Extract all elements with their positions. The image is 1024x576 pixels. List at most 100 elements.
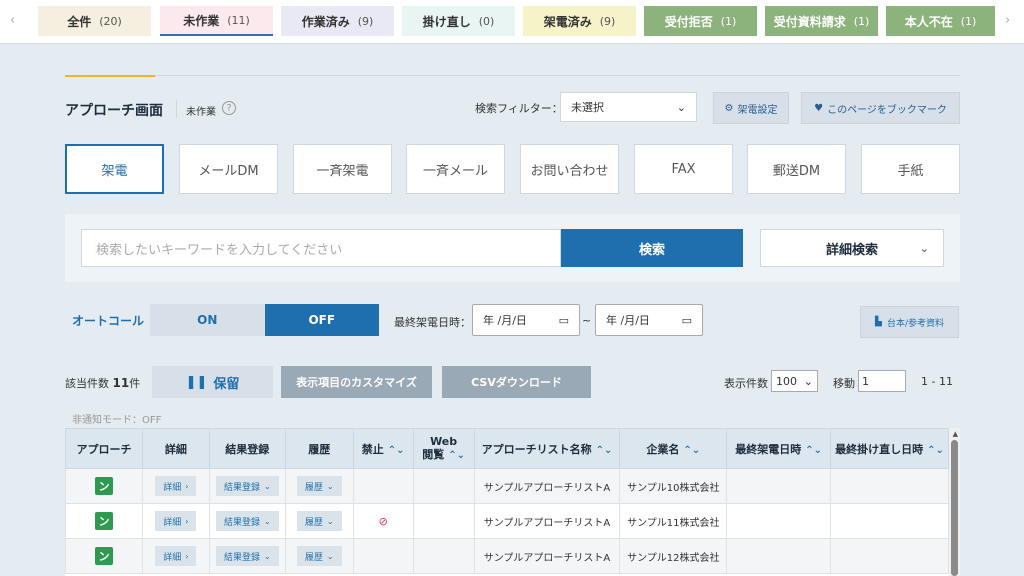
tab-label: 作業済み bbox=[301, 14, 350, 29]
count-prefix: 該当件数 bbox=[65, 377, 109, 390]
tab-count: (1) bbox=[720, 14, 737, 28]
channel-call[interactable]: 架電 bbox=[65, 144, 164, 194]
sort-icon: ⌃⌄ bbox=[683, 444, 701, 456]
scroll-right-icon[interactable]: › bbox=[1005, 13, 1010, 28]
detail-button[interactable]: 詳細 › bbox=[155, 511, 197, 531]
move-page-input[interactable]: 1 bbox=[858, 370, 906, 392]
col-last-retry[interactable]: 最終掛け直し日時 ⌃⌄ bbox=[830, 428, 949, 469]
phone-call-icon[interactable]: ン bbox=[94, 512, 113, 530]
scrollbar-thumb[interactable] bbox=[951, 440, 958, 576]
last-retry-cell bbox=[830, 468, 949, 504]
tab-called[interactable]: 架電済み (9) bbox=[523, 6, 636, 36]
call-settings-label: 架電設定 bbox=[737, 104, 778, 116]
chevron-down-icon: ⌄ bbox=[263, 516, 271, 526]
web-view-cell bbox=[412, 503, 475, 539]
chevron-down-icon: ⌄ bbox=[326, 551, 334, 561]
history-label: 履歴 bbox=[304, 482, 323, 493]
col-result: 結果登録 bbox=[208, 428, 286, 469]
per-page-value: 100 bbox=[776, 374, 797, 388]
detail-button[interactable]: 詳細 › bbox=[155, 546, 197, 566]
detail-label: 詳細 bbox=[163, 517, 182, 528]
col-company[interactable]: 企業名 ⌃⌄ bbox=[619, 428, 728, 469]
call-settings-button[interactable]: ⚙ 架電設定 bbox=[713, 92, 789, 124]
channel-postal-dm[interactable]: 郵送DM bbox=[747, 144, 846, 194]
last-retry-cell bbox=[830, 503, 949, 539]
result-register-button[interactable]: 結果登録 ⌄ bbox=[215, 511, 279, 531]
detail-button[interactable]: 詳細 › bbox=[155, 476, 197, 496]
tab-absent[interactable]: 本人不在 (1) bbox=[886, 6, 995, 36]
chevron-down-icon: ⌄ bbox=[326, 481, 334, 491]
pause-icon: ❚❚ bbox=[185, 374, 208, 390]
tab-docs-request[interactable]: 受付資料請求 (1) bbox=[765, 6, 878, 36]
col-web-view[interactable]: Web 閲覧 ⌃⌄ bbox=[412, 428, 475, 469]
calendar-icon: ▭ bbox=[558, 313, 569, 327]
web-view-cell bbox=[412, 468, 475, 504]
col-label: 企業名 bbox=[646, 442, 680, 456]
autocall-off[interactable]: OFF bbox=[264, 304, 379, 336]
history-button[interactable]: 履歴 ⌄ bbox=[296, 511, 342, 531]
page-range: 1 - 11 bbox=[921, 375, 953, 388]
scroll-left-icon[interactable]: ‹ bbox=[10, 13, 15, 28]
bookmark-button[interactable]: ♥ このページをブックマーク bbox=[801, 92, 960, 124]
history-button[interactable]: 履歴 ⌄ bbox=[296, 476, 342, 496]
tab-all[interactable]: 全件 (20) bbox=[38, 6, 151, 36]
divider bbox=[155, 75, 960, 76]
advanced-search-button[interactable]: 詳細検索 ⌄ bbox=[760, 229, 944, 267]
scroll-up-icon[interactable]: ▲ bbox=[953, 430, 958, 438]
page-subtitle: 未作業 bbox=[186, 107, 216, 118]
date-range-separator: ~ bbox=[582, 314, 592, 327]
tab-count: (0) bbox=[478, 14, 495, 28]
chevron-right-icon: › bbox=[185, 551, 189, 561]
help-icon[interactable]: ? bbox=[222, 101, 236, 115]
tab-done[interactable]: 作業済み (9) bbox=[281, 6, 394, 36]
tab-todo[interactable]: 未作業 (11) bbox=[160, 6, 273, 36]
search-input[interactable]: 検索したいキーワードを入力してください bbox=[81, 229, 561, 267]
filter-select[interactable]: 未選択 ⌄ bbox=[560, 92, 697, 122]
col-last-call[interactable]: 最終架電日時 ⌃⌄ bbox=[726, 428, 832, 469]
channel-mail-dm[interactable]: メールDM bbox=[179, 144, 278, 194]
col-prohibited[interactable]: 禁止 ⌃⌄ bbox=[352, 428, 414, 469]
customize-columns-button[interactable]: 表示項目のカスタマイズ bbox=[281, 366, 432, 398]
channel-bulk-mail[interactable]: 一斉メール bbox=[406, 144, 505, 194]
sort-icon: ⌃⌄ bbox=[805, 444, 823, 456]
channel-inquiry[interactable]: お問い合わせ bbox=[520, 144, 619, 194]
date-to-input[interactable]: 年 /月/日 ▭ bbox=[595, 304, 703, 336]
result-register-button[interactable]: 結果登録 ⌄ bbox=[215, 546, 279, 566]
col-list-name[interactable]: アプローチリスト名称 ⌃⌄ bbox=[473, 428, 621, 469]
tab-count: (9) bbox=[599, 14, 616, 28]
date-from-input[interactable]: 年 /月/日 ▭ bbox=[472, 304, 580, 336]
table-scrollbar[interactable]: ▲ bbox=[949, 428, 960, 576]
tab-reject[interactable]: 受付拒否 (1) bbox=[644, 6, 757, 36]
col-label: 禁止 bbox=[361, 442, 384, 456]
autocall-on[interactable]: ON bbox=[150, 304, 265, 336]
per-page-select[interactable]: 100 ⌄ bbox=[771, 370, 818, 392]
phone-call-icon[interactable]: ン bbox=[94, 477, 113, 495]
history-button[interactable]: 履歴 ⌄ bbox=[296, 546, 342, 566]
approach-panel: アプローチ画面 未作業 ? 検索フィルター： 未選択 ⌄ ⚙ 架電設定 ♥ この… bbox=[65, 60, 960, 576]
book-icon: ▙ bbox=[875, 317, 882, 327]
csv-download-button[interactable]: CSVダウンロード bbox=[442, 366, 591, 398]
company-cell: サンプル11株式会社 bbox=[619, 503, 728, 539]
chevron-right-icon: › bbox=[185, 481, 189, 491]
move-label: 移動 bbox=[833, 377, 855, 390]
channel-bulk-call[interactable]: 一斉架電 bbox=[293, 144, 392, 194]
result-register-button[interactable]: 結果登録 ⌄ bbox=[215, 476, 279, 496]
autocall-label: オートコール bbox=[72, 314, 145, 328]
script-reference-button[interactable]: ▙ 台本/参考資料 bbox=[860, 306, 959, 338]
channel-fax[interactable]: FAX bbox=[634, 144, 733, 194]
result-label: 結果登録 bbox=[223, 517, 260, 528]
list-name-cell: サンプルアプローチリストA bbox=[473, 468, 621, 504]
tab-retry[interactable]: 掛け直し (0) bbox=[402, 6, 515, 36]
tab-label: 本人不在 bbox=[904, 14, 953, 29]
channel-letter[interactable]: 手紙 bbox=[861, 144, 960, 194]
gear-icon: ⚙ bbox=[724, 102, 734, 114]
detail-label: 詳細 bbox=[163, 552, 182, 563]
per-page-label: 表示件数 bbox=[724, 377, 768, 390]
approach-table: アプローチ 詳細 結果登録 履歴 禁止 ⌃⌄ Web 閲覧 ⌃⌄ アプローチリスト名… bbox=[65, 428, 960, 576]
company-cell: サンプル12株式会社 bbox=[619, 538, 728, 574]
hold-button[interactable]: ❚❚ 保留 bbox=[152, 366, 273, 398]
tab-label: 受付資料請求 bbox=[773, 14, 846, 29]
search-button[interactable]: 検索 bbox=[561, 229, 743, 267]
advanced-search-label: 詳細検索 bbox=[825, 242, 878, 258]
phone-call-icon[interactable]: ン bbox=[94, 547, 113, 565]
